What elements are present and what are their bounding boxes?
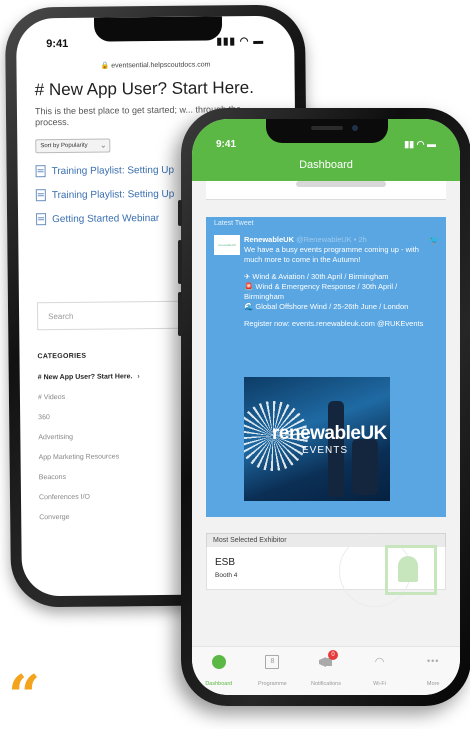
- document-icon: [36, 213, 47, 226]
- category-item[interactable]: Conferences I/O: [39, 493, 141, 514]
- category-item[interactable]: # Videos: [38, 393, 140, 414]
- categories-heading: CATEGORIES: [37, 352, 87, 361]
- tweet-line: 🚨 Wind & Emergency Response / 30th April…: [244, 282, 398, 301]
- tweet-handle: @RenewableUK • 2h: [296, 235, 367, 244]
- tab-dashboard[interactable]: Dashboard: [192, 647, 246, 695]
- tweet-line: 🌊 Global Offshore Wind / 25-26th June / …: [244, 302, 409, 311]
- latest-tweet-card[interactable]: Latest Tweet renewableUK 🐦 RenewableUK @…: [206, 217, 446, 517]
- document-icon: [35, 189, 46, 202]
- tab-more[interactable]: ••• More: [406, 647, 460, 695]
- category-item[interactable]: Beacons: [39, 473, 141, 494]
- exhibitor-placeholder-icon: [385, 545, 437, 595]
- sort-select[interactable]: Sort by Popularity ⌄: [35, 138, 111, 154]
- exhibitor-card[interactable]: ESB Booth 4: [206, 535, 446, 607]
- more-icon: •••: [426, 656, 440, 666]
- image-logo-text: renewableUK: [272, 423, 387, 444]
- chevron-down-icon: ⌄: [99, 140, 107, 150]
- calendar-icon: 8: [265, 655, 280, 669]
- article-title: Training Playlist: Setting Up: [51, 164, 175, 177]
- category-item[interactable]: Advertising: [38, 433, 140, 454]
- tweet-author: RenewableUK: [244, 235, 295, 244]
- image-sub-text: EVENTS: [302, 445, 349, 456]
- exhibitor-booth: Booth 4: [215, 572, 238, 579]
- camera-icon: [352, 125, 358, 131]
- tab-label: More: [426, 681, 440, 687]
- document-icon: [35, 165, 46, 178]
- tweet-avatar: renewableUK: [214, 235, 240, 255]
- status-time: 9:41: [46, 37, 69, 51]
- previous-card: [206, 181, 446, 200]
- dashboard-body: Latest Tweet renewableUK 🐦 RenewableUK @…: [192, 181, 460, 647]
- tab-bar: Dashboard 8 Programme 0 Notifications ◠ …: [192, 646, 460, 695]
- article-title: Getting Started Webinar: [52, 212, 160, 225]
- speaker-grille: [311, 126, 343, 130]
- quote-mark-icon: “: [8, 663, 41, 729]
- article-title: Training Playlist: Setting Up: [51, 188, 175, 201]
- header-title: Dashboard: [299, 159, 353, 171]
- category-item[interactable]: Converge: [39, 513, 141, 534]
- exhibitor-name: ESB: [215, 557, 236, 568]
- tweet-line[interactable]: Register now: events.renewableuk.com @RU…: [244, 319, 423, 328]
- dashboard-icon: [211, 655, 226, 669]
- tab-label: Wi-Fi: [373, 681, 386, 687]
- tweet-section-label: Latest Tweet: [214, 220, 254, 227]
- url-bar[interactable]: 🔒 eventsential.helpscoutdocs.com: [16, 60, 294, 71]
- tweet-text: RenewableUK @RenewableUK • 2h We have a …: [244, 235, 436, 336]
- page-title: # New App User? Start Here.: [34, 77, 255, 100]
- category-item[interactable]: # New App User? Start Here. ›: [38, 373, 140, 394]
- categories-list: # New App User? Start Here. › # Videos 36…: [38, 373, 142, 534]
- phone-notch: [266, 119, 388, 143]
- url-text: eventsential.helpscoutdocs.com: [111, 61, 211, 70]
- tweet-image[interactable]: renewableUK EVENTS: [244, 377, 390, 501]
- tab-programme[interactable]: 8 Programme: [246, 647, 300, 695]
- tweet-line: ✈ Wind & Aviation / 30th April / Birming…: [244, 272, 389, 281]
- tab-label: Notifications: [311, 681, 341, 687]
- notification-badge: 0: [327, 650, 338, 660]
- tab-notifications[interactable]: 0 Notifications: [299, 647, 353, 695]
- tab-label: Dashboard: [205, 681, 233, 687]
- tab-label: Programme: [258, 681, 287, 687]
- status-time: 9:41: [216, 139, 237, 150]
- category-item[interactable]: App Marketing Resources: [39, 453, 141, 474]
- mute-switch: [178, 200, 182, 226]
- wifi-icon: ◠: [374, 656, 385, 668]
- volume-down-button: [178, 292, 182, 336]
- category-item[interactable]: 360: [38, 413, 140, 434]
- chevron-right-icon: ›: [137, 373, 140, 381]
- status-icons: ▮▮▮ ◠ ▬: [216, 35, 265, 48]
- sort-select-value: Sort by Popularity: [40, 142, 88, 150]
- volume-up-button: [178, 240, 182, 284]
- phone-notch: [93, 16, 223, 42]
- person-figure: [352, 439, 378, 495]
- front-phone: 9:41 ▮▮ ◠ ▬ Dashboard Latest Tweet renew…: [178, 108, 470, 706]
- front-phone-screen: 9:41 ▮▮ ◠ ▬ Dashboard Latest Tweet renew…: [192, 119, 460, 695]
- status-icons: ▮▮ ◠ ▬: [404, 139, 436, 149]
- search-input[interactable]: Search: [36, 300, 183, 331]
- tweet-line: We have a busy events programme coming u…: [244, 245, 419, 264]
- tab-wifi[interactable]: ◠ Wi-Fi: [353, 647, 407, 695]
